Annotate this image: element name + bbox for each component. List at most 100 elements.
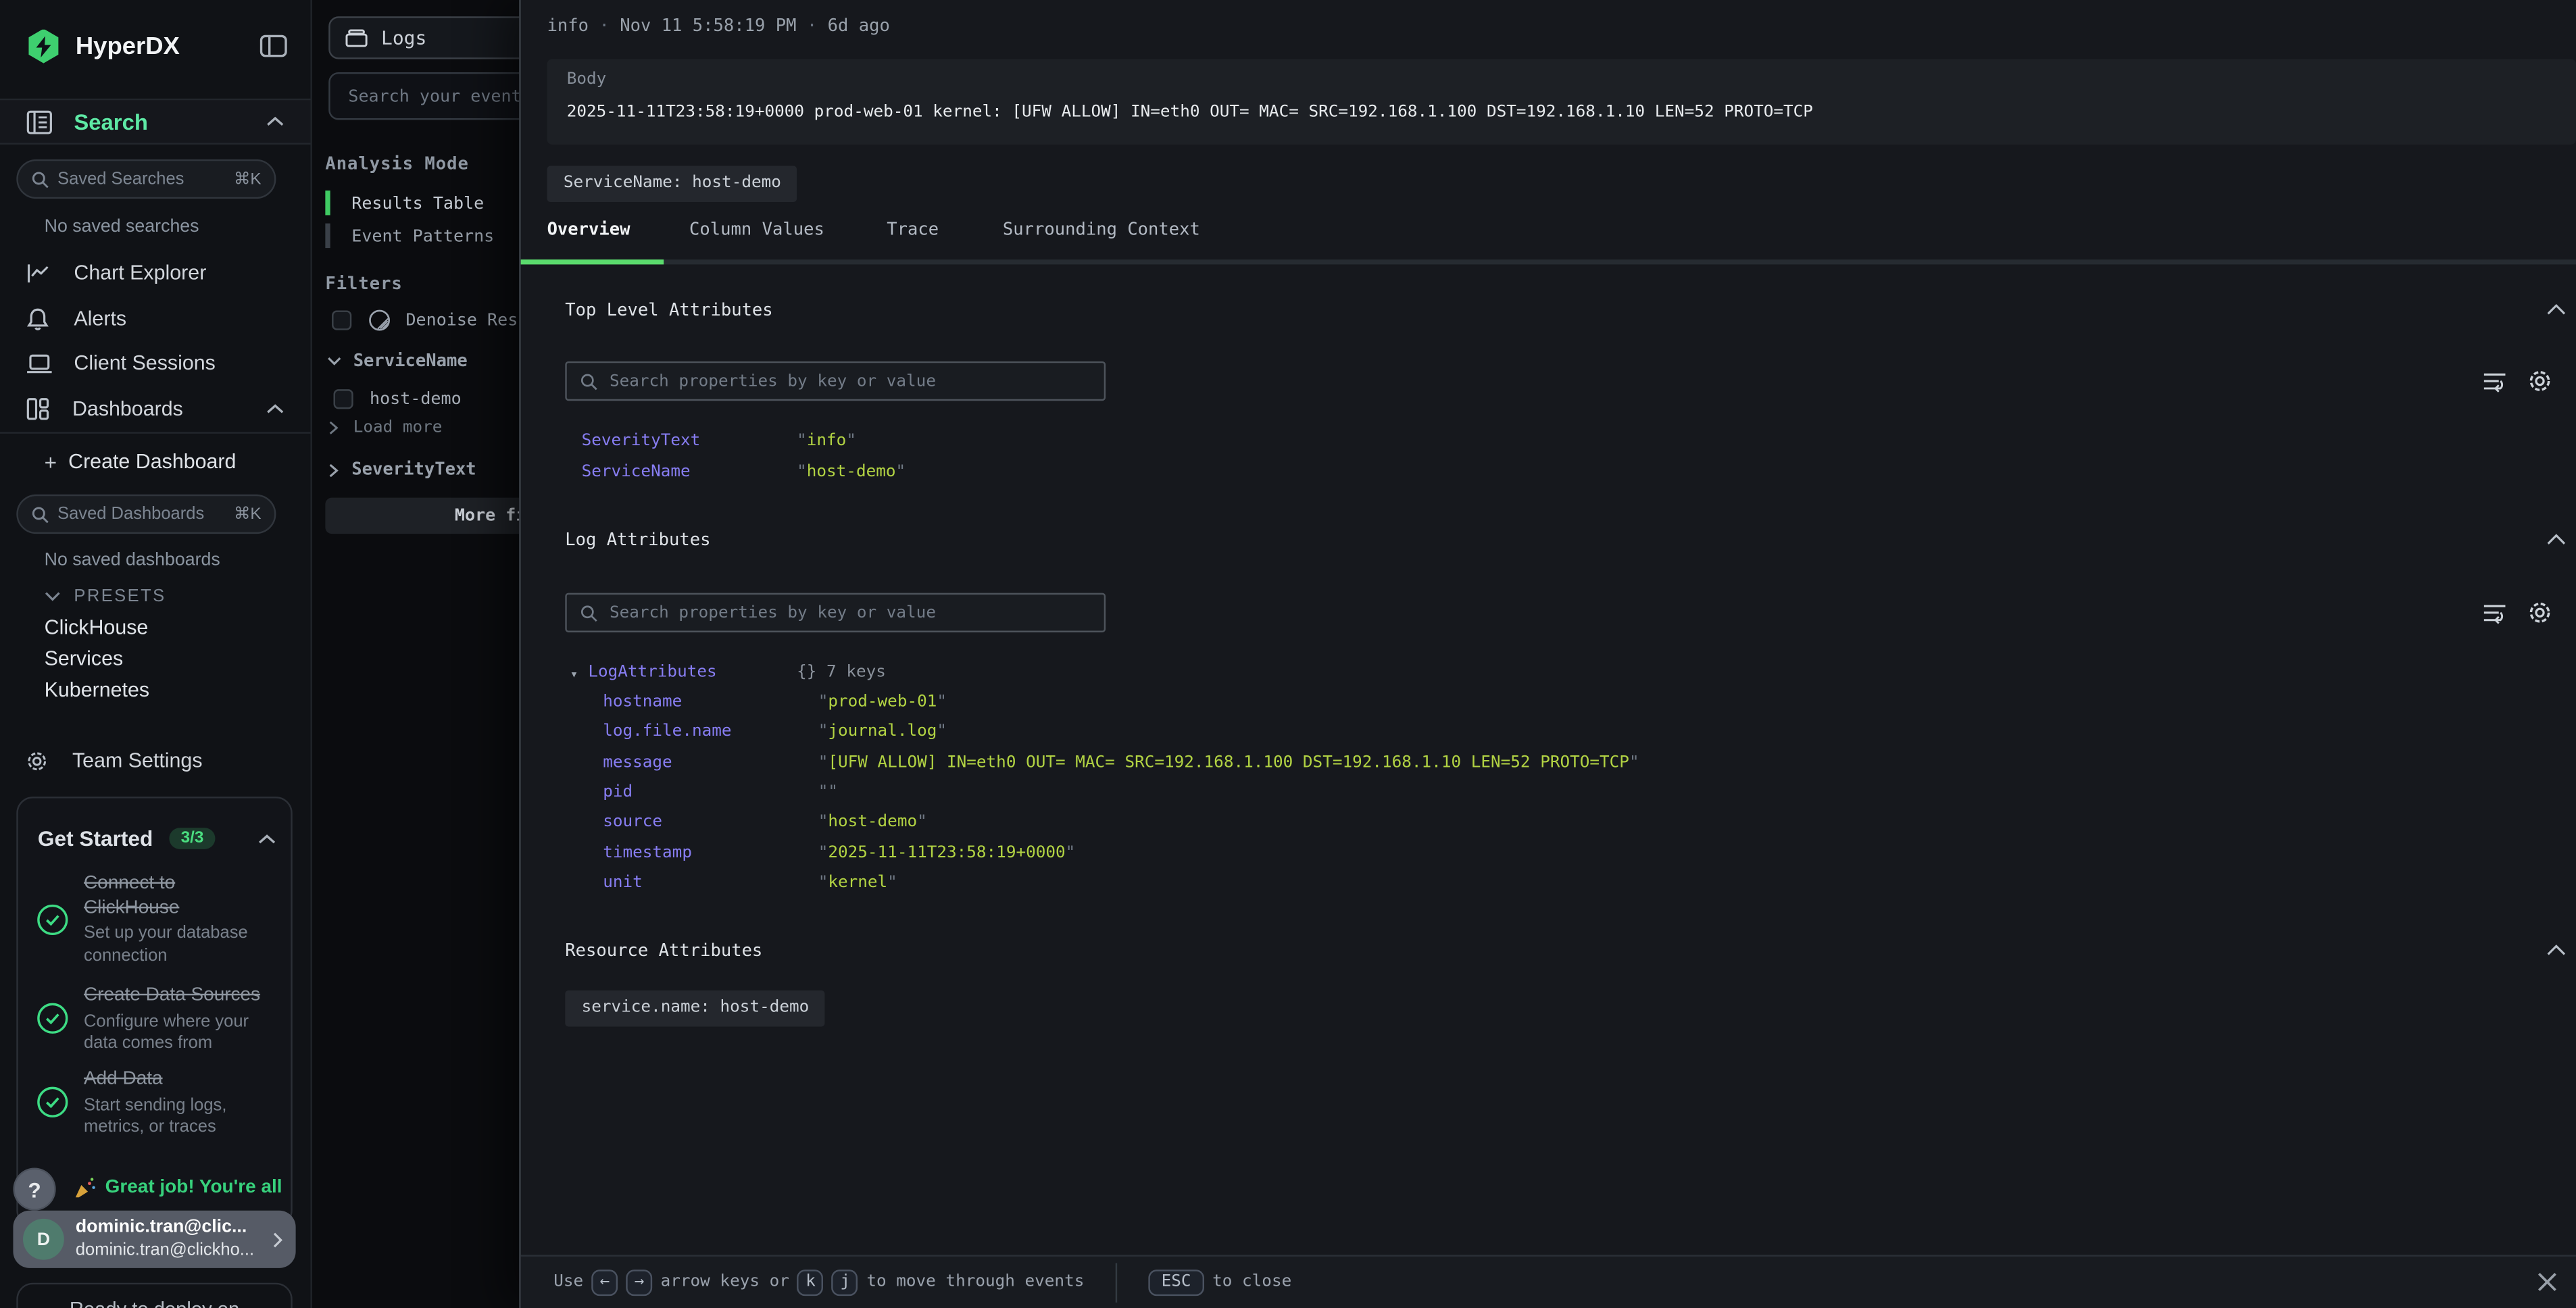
attribute-row[interactable]: timestamp 2025-11-11T23:58:19+0000 [603, 842, 1075, 865]
create-dashboard-button[interactable]: + Create Dashboard [0, 447, 310, 476]
gear-icon[interactable] [2527, 368, 2553, 395]
section-title-resource-attributes: Resource Attributes [565, 941, 762, 961]
shortcut-hint: ⌘K [234, 170, 262, 188]
event-timestamp: Nov 11 5:58:19 PM [620, 16, 796, 36]
preset-services[interactable]: Services [45, 647, 124, 670]
sidebar-item-alerts[interactable]: Alerts [0, 302, 310, 335]
attribute-key[interactable]: hostname [603, 692, 818, 715]
help-button[interactable]: ? [13, 1168, 55, 1211]
sidebar-item-client-sessions[interactable]: Client Sessions [0, 347, 310, 380]
chevron-up-icon[interactable] [266, 117, 284, 127]
active-tab-indicator [521, 259, 664, 264]
saved-dashboards-input[interactable]: Saved Dashboards ⌘K [16, 495, 276, 534]
get-started-header[interactable]: Get Started 3/3 [38, 826, 276, 851]
chevron-up-icon[interactable] [258, 834, 276, 844]
attribute-key[interactable]: log.file.name [603, 722, 818, 745]
top-level-search-placeholder: Search properties by key or value [610, 372, 936, 391]
attribute-key[interactable]: LogAttributes [588, 662, 797, 686]
resource-tag-chip[interactable]: service.name: host-demo [565, 987, 825, 1026]
get-started-item[interactable]: Add Data Start sending logs, metrics, or… [84, 1067, 226, 1139]
chart-icon [26, 262, 51, 284]
saved-searches-input[interactable]: Saved Searches ⌘K [16, 159, 276, 199]
expand-triangle-icon[interactable]: ▾ [570, 662, 589, 686]
filter-option-host-demo[interactable]: host-demo [334, 389, 462, 409]
attribute-key[interactable]: unit [603, 872, 818, 895]
log-attributes-search-input[interactable]: Search properties by key or value [565, 593, 1106, 632]
attribute-key[interactable]: timestamp [603, 842, 818, 865]
severitytext-group-toggle[interactable]: SeverityText [328, 460, 476, 480]
denoise-icon [368, 309, 391, 332]
service-tag-chip[interactable]: ServiceName: host-demo [547, 163, 798, 201]
sidebar-item-chart-explorer[interactable]: Chart Explorer [0, 256, 310, 289]
braces-icon: {} [797, 663, 816, 682]
chevron-down-icon [327, 357, 342, 367]
attribute-value[interactable] [818, 782, 838, 805]
preset-clickhouse[interactable]: ClickHouse [45, 616, 149, 639]
attribute-value[interactable]: info [797, 430, 856, 453]
attribute-row[interactable]: hostname prod-web-01 [603, 692, 947, 715]
ready-to-deploy-banner[interactable]: Ready to deploy on [16, 1283, 292, 1308]
load-more-button[interactable]: Load more [328, 419, 442, 437]
attribute-key[interactable]: pid [603, 782, 818, 805]
attribute-value[interactable]: journal.log [818, 722, 947, 745]
attribute-value[interactable]: kernel [818, 872, 897, 895]
close-icon[interactable] [2537, 1272, 2558, 1293]
sidebar-toggle-icon[interactable] [259, 34, 287, 57]
attribute-value[interactable]: host-demo [818, 811, 927, 834]
hyperdx-app: HyperDX Search Saved Searches ⌘K No save… [0, 0, 2576, 1308]
attribute-row[interactable]: SeverityText info [582, 430, 856, 453]
tab-underline-track [521, 259, 2576, 264]
chevron-up-icon[interactable] [266, 404, 284, 414]
sidebar-item-search[interactable]: Search [0, 99, 310, 145]
collapse-section-button[interactable] [2546, 534, 2566, 545]
attribute-key[interactable]: source [603, 811, 818, 834]
attribute-value[interactable]: [UFW ALLOW] IN=eth0 OUT= MAC= SRC=192.16… [818, 751, 1639, 774]
sidebar-item-team-settings[interactable]: Team Settings [0, 744, 310, 777]
tab-column-values[interactable]: Column Values [689, 220, 824, 240]
mode-event-patterns[interactable]: Event Patterns [325, 224, 494, 248]
attribute-value[interactable]: 2025-11-11T23:58:19+0000 [818, 842, 1076, 865]
collapse-section-button[interactable] [2546, 304, 2566, 316]
wrap-lines-icon[interactable] [2482, 371, 2506, 393]
user-menu[interactable]: D dominic.tran@clic... dominic.tran@clic… [13, 1211, 295, 1268]
search-icon [31, 170, 49, 188]
get-started-item[interactable]: Connect to ClickHouse Set up your databa… [84, 872, 248, 967]
arrow-left-key: ← [591, 1269, 618, 1296]
get-started-item[interactable]: Create Data Sources Configure where your… [84, 984, 260, 1055]
avatar-initial: D [37, 1230, 50, 1249]
wrap-lines-icon[interactable] [2482, 603, 2506, 624]
attribute-key[interactable]: ServiceName [582, 461, 797, 484]
tab-overview[interactable]: Overview [547, 220, 630, 240]
body-log-line[interactable]: 2025-11-11T23:58:19+0000 prod-web-01 ker… [567, 103, 2570, 122]
top-level-search-input[interactable]: Search properties by key or value [565, 361, 1106, 401]
denoise-checkbox[interactable] [332, 310, 351, 330]
attribute-row[interactable]: unit kernel [603, 872, 897, 895]
group-label: SeverityText [351, 460, 476, 480]
attribute-key[interactable]: SeverityText [582, 430, 797, 453]
tab-trace[interactable]: Trace [887, 220, 939, 240]
mode-results-table[interactable]: Results Table [325, 191, 484, 215]
attribute-row[interactable]: log.file.name journal.log [603, 722, 947, 745]
key-count: 7 keys [826, 663, 886, 682]
attribute-group-row[interactable]: ▾ LogAttributes {} 7 keys [570, 662, 886, 686]
tab-surrounding-context[interactable]: Surrounding Context [1003, 220, 1200, 240]
task-subtitle: metrics, or traces [84, 1117, 226, 1139]
presets-toggle[interactable]: PRESETS [0, 583, 310, 609]
chevron-down-icon [45, 591, 61, 601]
attribute-row[interactable]: message [UFW ALLOW] IN=eth0 OUT= MAC= SR… [603, 751, 1639, 774]
attribute-value[interactable]: prod-web-01 [818, 692, 947, 715]
gear-icon[interactable] [2527, 599, 2553, 626]
attribute-row[interactable]: pid [603, 782, 838, 805]
saved-dashboards-placeholder: Saved Dashboards [57, 504, 234, 524]
host-demo-checkbox[interactable] [334, 389, 353, 409]
search-nav-icon [26, 109, 53, 134]
attribute-value[interactable]: host-demo [797, 461, 906, 484]
collapse-section-button[interactable] [2546, 945, 2566, 956]
attribute-row[interactable]: ServiceName host-demo [582, 461, 906, 484]
servicename-group-toggle[interactable]: ServiceName [327, 351, 468, 371]
sidebar-item-dashboards[interactable]: Dashboards [0, 393, 310, 426]
user-email: dominic.tran@clickho... [76, 1240, 254, 1259]
attribute-key[interactable]: message [603, 751, 818, 774]
preset-kubernetes[interactable]: Kubernetes [45, 678, 149, 701]
attribute-row[interactable]: source host-demo [603, 811, 927, 834]
